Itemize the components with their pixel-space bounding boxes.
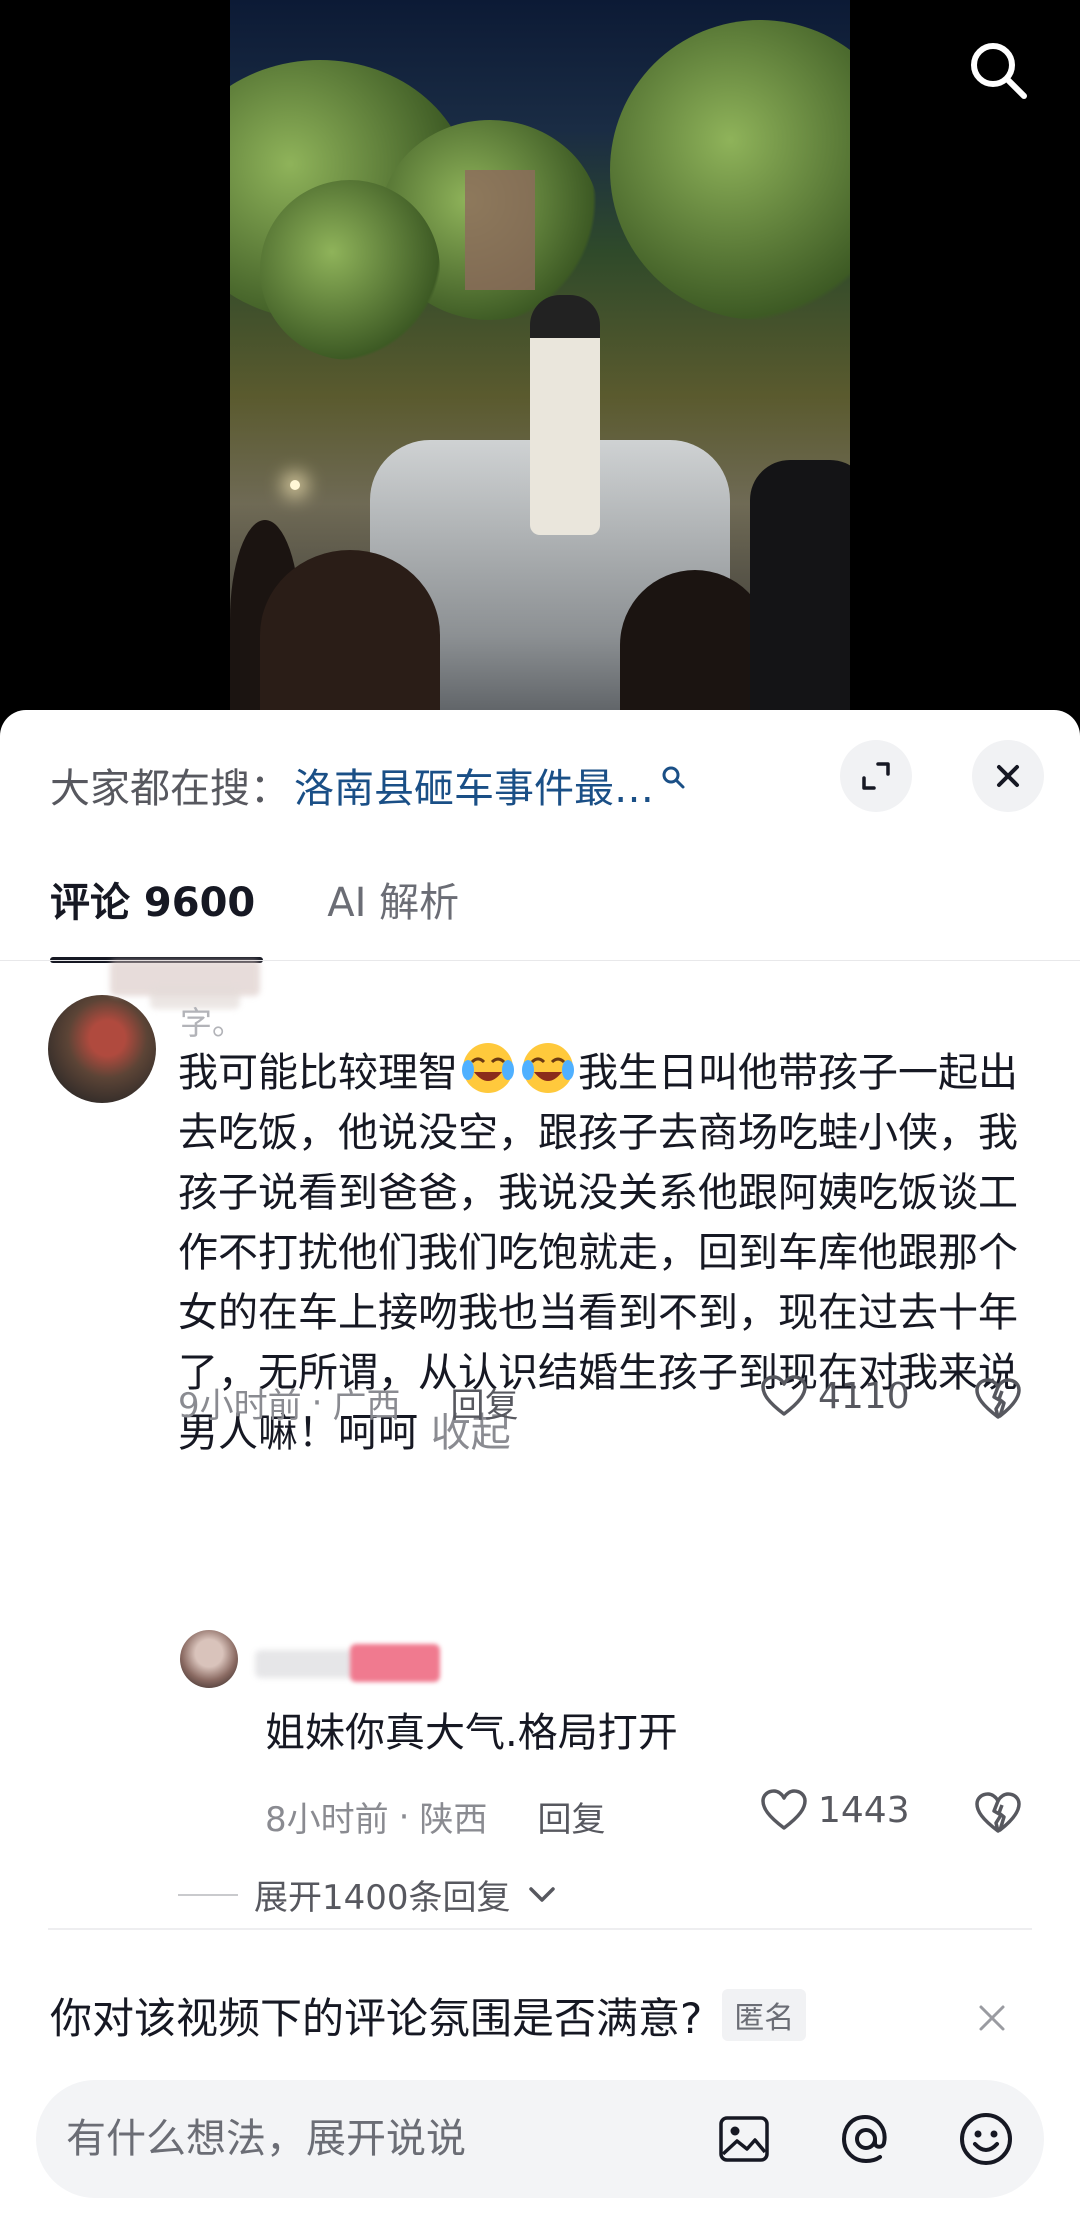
search-icon	[971, 43, 1027, 99]
dislike-button[interactable]	[974, 1377, 1022, 1425]
survey-question: 你对该视频下的评论氛围是否满意?	[50, 1993, 703, 2043]
mention-button[interactable]	[836, 2109, 896, 2169]
reply-avatar[interactable]	[180, 1630, 238, 1688]
video-area[interactable]	[0, 0, 1080, 720]
comment-meta: 9小时前 · 广西 回复	[178, 1378, 518, 1427]
comment-input[interactable]: 有什么想法，展开说说	[36, 2080, 1044, 2198]
comment-survey: 你对该视频下的评论氛围是否满意? 匿名	[50, 1980, 1040, 2050]
reply-dislike-button[interactable]	[974, 1791, 1022, 1839]
meta-separator: ·	[311, 1382, 323, 1423]
comment-location: 广西	[332, 1386, 401, 1426]
reply-text: 姐妹你真大气.格局打开	[265, 1710, 678, 1756]
close-icon	[997, 765, 1019, 787]
video-frame	[230, 0, 850, 720]
image-button[interactable]	[714, 2109, 774, 2169]
reply-time: 8小时前	[265, 1800, 389, 1840]
comment-nickname[interactable]: 字。	[180, 998, 244, 1044]
image-icon	[719, 2116, 769, 2162]
anonymous-badge: 匿名	[722, 1989, 807, 2041]
expand-divider-line	[178, 1893, 238, 1896]
expand-replies-label: 展开1400条回复	[254, 1878, 511, 1918]
at-icon	[841, 2114, 887, 2164]
tab-comments[interactable]: 评论 9600	[50, 865, 264, 963]
avatar[interactable]	[48, 995, 156, 1103]
reply-location: 陕西	[419, 1800, 488, 1840]
laughing-crying-emoji-icon	[462, 1043, 514, 1093]
emoji-button[interactable]	[956, 2109, 1016, 2169]
close-icon	[979, 2005, 1005, 2031]
laughing-crying-emoji-icon	[522, 1043, 574, 1093]
heart-icon	[761, 1789, 807, 1830]
reply-button[interactable]: 回复	[450, 1378, 518, 1427]
comment-tabs: 评论 9600 AI 解析	[50, 865, 459, 965]
chevron-down-icon	[528, 1886, 555, 1902]
comment-input-placeholder: 有什么想法，展开说说	[66, 2116, 466, 2162]
like-button[interactable]: 4110	[760, 1374, 910, 1418]
comment-sheet: 大家都在搜： 洛南县砸车事件最… 评论 9600 AI 解析 字。 我可能比较理…	[0, 710, 1080, 2225]
reply-like-button[interactable]: 1443	[760, 1788, 910, 1832]
blurred-reply-nickname	[255, 1650, 355, 1678]
emoji-icon	[960, 2113, 1012, 2165]
comment-text-start: 我可能比较理智	[178, 1050, 458, 1096]
broken-heart-icon	[975, 1378, 1021, 1419]
section-divider	[48, 1928, 1032, 1930]
blurred-reply-badge	[350, 1644, 440, 1682]
expand-button[interactable]	[840, 740, 912, 812]
hot-search-prefix: 大家都在搜：	[50, 766, 290, 812]
search-button[interactable]	[958, 30, 1038, 110]
search-icon	[662, 766, 685, 789]
reply-like-count: 1443	[818, 1789, 910, 1831]
like-count: 4110	[818, 1375, 910, 1417]
broken-heart-icon	[975, 1792, 1021, 1833]
reply-meta: 8小时前 · 陕西 回复	[265, 1792, 605, 1841]
survey-close-button[interactable]	[962, 1988, 1022, 2048]
expand-replies-button[interactable]: 展开1400条回复	[178, 1870, 557, 1919]
heart-icon	[761, 1375, 807, 1416]
close-button[interactable]	[972, 740, 1044, 812]
tab-ai-analysis[interactable]: AI 解析	[327, 865, 459, 941]
meta-separator: ·	[398, 1796, 410, 1837]
reply-reply-button[interactable]: 回复	[537, 1792, 605, 1841]
expand-icon	[862, 762, 890, 790]
hot-search-term[interactable]: 洛南县砸车事件最…	[294, 756, 654, 814]
comment-time: 9小时前	[178, 1386, 302, 1426]
